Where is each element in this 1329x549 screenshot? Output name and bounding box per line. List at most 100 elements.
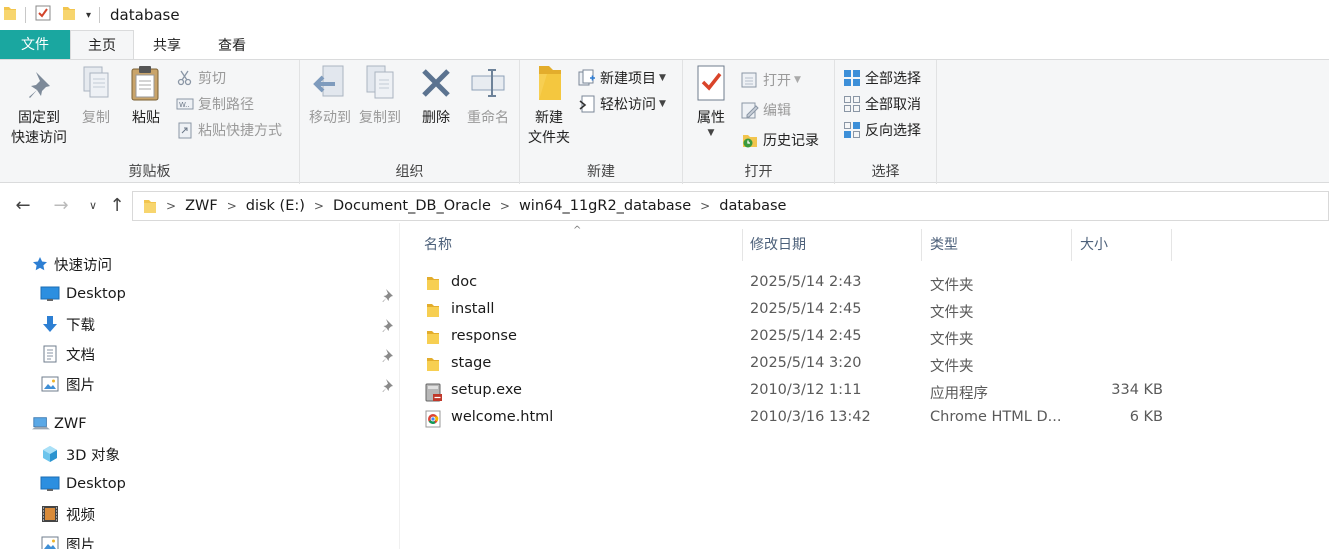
new-folder-icon <box>533 64 565 108</box>
invert-selection-button[interactable]: 反向选择 <box>843 118 921 142</box>
column-divider[interactable] <box>742 229 743 261</box>
column-header-name[interactable]: 名称 <box>424 231 740 257</box>
rename-icon <box>470 66 506 106</box>
file-list: ^ 名称 修改日期 类型 大小 doc 2025/5/14 2:43 文件夹 i… <box>401 223 1329 549</box>
tab-view[interactable]: 查看 <box>200 30 264 60</box>
copy-to-button[interactable]: 复制到 <box>354 64 406 128</box>
move-to-icon <box>313 64 347 108</box>
nav-quick-access[interactable]: 快速访问 <box>32 249 112 279</box>
properties-quick-icon[interactable] <box>34 4 52 26</box>
delete-button[interactable]: 删除 <box>412 64 460 128</box>
easy-access-button[interactable]: 轻松访问 ▼ <box>578 92 666 116</box>
back-arrow-icon[interactable]: ← <box>12 195 34 217</box>
chevron-down-icon: ▼ <box>794 75 801 85</box>
select-group: 全部选择 全部取消 反向选择 选择 <box>835 60 937 184</box>
breadcrumb-item[interactable]: ZWF <box>185 198 218 214</box>
tab-file[interactable]: 文件 <box>0 30 70 60</box>
breadcrumb-item[interactable]: database <box>719 198 786 214</box>
open-group: 属性 ▼ 打开 ▼ 编辑 历史记录 打开 <box>683 60 835 184</box>
file-row[interactable]: install 2025/5/14 2:45 文件夹 <box>421 297 1181 324</box>
new-folder-button[interactable]: 新建 文件夹 <box>522 64 576 148</box>
nav-item-documents[interactable]: 文档 <box>40 339 95 369</box>
up-arrow-icon[interactable]: ↑ <box>106 195 128 217</box>
chevron-right-icon[interactable]: > <box>700 199 710 213</box>
chevron-right-icon[interactable]: > <box>314 199 324 213</box>
chevron-right-icon[interactable]: > <box>166 199 176 213</box>
clipboard-icon <box>129 64 163 108</box>
pin-icon[interactable] <box>380 348 394 362</box>
nav-item-pictures[interactable]: 图片 <box>40 369 95 399</box>
nav-this-pc[interactable]: ZWF <box>32 409 87 439</box>
star-icon <box>32 255 48 273</box>
tab-home[interactable]: 主页 <box>70 30 134 60</box>
file-row[interactable]: welcome.html 2010/3/16 13:42 Chrome HTML… <box>421 405 1181 432</box>
paste-shortcut-button[interactable]: 粘贴快捷方式 <box>176 118 282 142</box>
copy-button[interactable]: 复制 <box>74 64 118 128</box>
navigation-bar: ← → ∨ ↑ > ZWF > disk (E:) > Document_DB_… <box>0 189 1329 223</box>
column-header-size[interactable]: 大小 <box>1080 231 1170 257</box>
new-group-label: 新建 <box>587 164 615 180</box>
column-divider[interactable] <box>1071 229 1072 261</box>
desktop-icon <box>40 285 60 303</box>
easy-access-icon <box>578 95 596 113</box>
forward-arrow-icon[interactable]: → <box>50 195 72 217</box>
quick-access-toolbar: ▾ <box>0 0 108 30</box>
chevron-down-icon: ▼ <box>659 99 666 109</box>
file-row[interactable]: stage 2025/5/14 3:20 文件夹 <box>421 351 1181 378</box>
folder-icon <box>143 198 157 214</box>
pin-icon[interactable] <box>380 378 394 392</box>
history-icon <box>741 131 759 149</box>
address-bar[interactable]: > ZWF > disk (E:) > Document_DB_Oracle >… <box>132 191 1329 221</box>
chevron-right-icon[interactable]: > <box>227 199 237 213</box>
breadcrumb-item[interactable]: Document_DB_Oracle <box>333 198 491 214</box>
column-header-date[interactable]: 修改日期 <box>750 231 920 257</box>
history-button[interactable]: 历史记录 <box>741 128 819 152</box>
paste-button[interactable]: 粘贴 <box>124 64 168 128</box>
chevron-down-icon: ▼ <box>707 128 715 138</box>
title-bar: ▾ database <box>0 0 1329 30</box>
clipboard-group: 固定到 快速访问 复制 粘贴 剪切 W.. 复制路径 粘贴快捷方式 剪贴板 <box>0 60 300 184</box>
nav-item-videos[interactable]: 视频 <box>40 499 95 529</box>
column-divider[interactable] <box>921 229 922 261</box>
download-arrow-icon <box>40 315 60 333</box>
copy-path-button[interactable]: W.. 复制路径 <box>176 92 254 116</box>
chevron-right-icon[interactable]: > <box>500 199 510 213</box>
cut-button[interactable]: 剪切 <box>176 66 226 90</box>
pin-icon[interactable] <box>380 288 394 302</box>
file-row[interactable]: doc 2025/5/14 2:43 文件夹 <box>421 270 1181 297</box>
rename-button[interactable]: 重命名 <box>460 64 516 128</box>
nav-item-pictures-pc[interactable]: 图片 <box>40 529 95 549</box>
open-button[interactable]: 打开 ▼ <box>741 68 801 92</box>
organize-group-label: 组织 <box>395 164 424 180</box>
breadcrumb-item[interactable]: win64_11gR2_database <box>519 198 691 214</box>
folder-icon <box>425 302 443 319</box>
properties-button[interactable]: 属性 ▼ <box>687 64 735 138</box>
breadcrumb-item[interactable]: disk (E:) <box>246 198 305 214</box>
edit-button[interactable]: 编辑 <box>741 98 791 122</box>
nav-item-desktop[interactable]: Desktop <box>40 279 126 309</box>
open-group-label: 打开 <box>744 164 773 180</box>
pin-icon[interactable] <box>380 318 394 332</box>
customize-toolbar-icon[interactable]: ▾ <box>86 10 91 21</box>
folder-icon <box>3 5 17 25</box>
new-item-button[interactable]: 新建项目 ▼ <box>578 66 666 90</box>
select-none-button[interactable]: 全部取消 <box>843 92 921 116</box>
tab-share[interactable]: 共享 <box>134 30 200 60</box>
move-to-button[interactable]: 移动到 <box>304 64 356 128</box>
nav-item-downloads[interactable]: 下载 <box>40 309 95 339</box>
desktop-icon <box>40 475 60 493</box>
window-title: database <box>110 6 180 24</box>
nav-item-3d-objects[interactable]: 3D 对象 <box>40 439 120 469</box>
column-header-type[interactable]: 类型 <box>930 231 1070 257</box>
recent-locations-chevron-icon[interactable]: ∨ <box>82 195 104 217</box>
svg-text:W..: W.. <box>179 101 190 109</box>
pin-to-quick-access-button[interactable]: 固定到 快速访问 <box>6 64 72 148</box>
file-row[interactable]: response 2025/5/14 2:45 文件夹 <box>421 324 1181 351</box>
new-folder-quick-icon[interactable] <box>62 5 76 25</box>
chevron-down-icon: ▼ <box>659 73 666 83</box>
column-divider[interactable] <box>1171 229 1172 261</box>
folder-icon <box>425 356 443 373</box>
nav-item-desktop-pc[interactable]: Desktop <box>40 469 126 499</box>
select-all-button[interactable]: 全部选择 <box>843 66 921 90</box>
file-row[interactable]: setup.exe 2010/3/12 1:11 应用程序 334 KB <box>421 378 1181 405</box>
